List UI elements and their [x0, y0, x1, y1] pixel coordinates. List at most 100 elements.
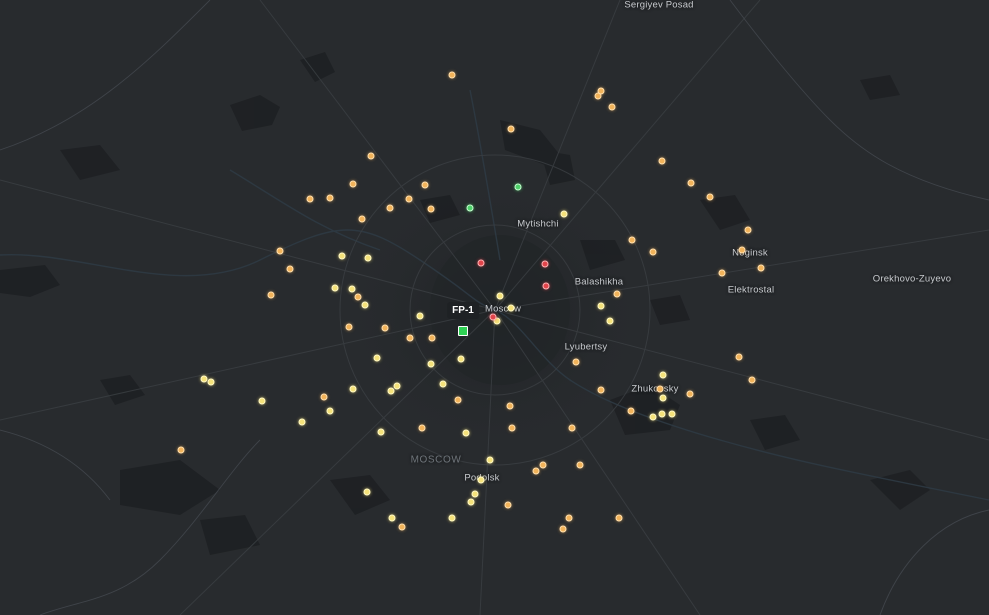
yellow-site-marker[interactable] — [477, 476, 485, 484]
orange-site-marker[interactable] — [627, 407, 635, 415]
orange-site-marker[interactable] — [744, 226, 752, 234]
yellow-site-marker[interactable] — [486, 456, 494, 464]
yellow-site-marker[interactable] — [388, 514, 396, 522]
orange-site-marker[interactable] — [532, 467, 540, 475]
orange-site-marker[interactable] — [706, 193, 714, 201]
yellow-site-marker[interactable] — [338, 252, 346, 260]
yellow-site-marker[interactable] — [364, 254, 372, 262]
yellow-site-marker[interactable] — [326, 407, 334, 415]
orange-site-marker[interactable] — [508, 424, 516, 432]
yellow-site-marker[interactable] — [363, 488, 371, 496]
orange-site-marker[interactable] — [559, 525, 567, 533]
red-site-marker[interactable] — [477, 259, 485, 267]
yellow-site-marker[interactable] — [416, 312, 424, 320]
orange-site-marker[interactable] — [421, 181, 429, 189]
orange-site-marker[interactable] — [276, 247, 284, 255]
orange-site-marker[interactable] — [448, 71, 456, 79]
orange-site-marker[interactable] — [572, 358, 580, 366]
orange-site-marker[interactable] — [506, 402, 514, 410]
orange-site-marker[interactable] — [615, 514, 623, 522]
yellow-site-marker[interactable] — [331, 284, 339, 292]
orange-site-marker[interactable] — [177, 446, 185, 454]
yellow-site-marker[interactable] — [200, 375, 208, 383]
orange-site-marker[interactable] — [349, 180, 357, 188]
red-site-marker[interactable] — [541, 260, 549, 268]
orange-site-marker[interactable] — [386, 204, 394, 212]
orange-site-marker[interactable] — [748, 376, 756, 384]
orange-site-marker[interactable] — [381, 324, 389, 332]
red-site-marker[interactable] — [542, 282, 550, 290]
orange-site-marker[interactable] — [576, 461, 584, 469]
yellow-site-marker[interactable] — [462, 429, 470, 437]
orange-site-marker[interactable] — [656, 385, 664, 393]
yellow-site-marker[interactable] — [457, 355, 465, 363]
orange-site-marker[interactable] — [267, 291, 275, 299]
yellow-site-marker[interactable] — [448, 514, 456, 522]
orange-site-marker[interactable] — [406, 334, 414, 342]
yellow-site-marker[interactable] — [349, 385, 357, 393]
orange-site-marker[interactable] — [286, 265, 294, 273]
orange-site-marker[interactable] — [735, 353, 743, 361]
orange-site-marker[interactable] — [613, 290, 621, 298]
yellow-site-marker[interactable] — [387, 387, 395, 395]
orange-site-marker[interactable] — [687, 179, 695, 187]
orange-site-marker[interactable] — [306, 195, 314, 203]
yellow-site-marker[interactable] — [373, 354, 381, 362]
yellow-site-marker[interactable] — [348, 285, 356, 293]
orange-site-marker[interactable] — [428, 334, 436, 342]
orange-site-marker[interactable] — [507, 125, 515, 133]
orange-site-marker[interactable] — [358, 215, 366, 223]
yellow-site-marker[interactable] — [659, 371, 667, 379]
yellow-site-marker[interactable] — [496, 292, 504, 300]
orange-site-marker[interactable] — [418, 424, 426, 432]
yellow-site-marker[interactable] — [207, 378, 215, 386]
yellow-site-marker[interactable] — [606, 317, 614, 325]
station-label[interactable]: FP-1 — [447, 302, 479, 323]
yellow-site-marker[interactable] — [427, 360, 435, 368]
green-site-marker[interactable] — [466, 204, 474, 212]
yellow-site-marker[interactable] — [597, 302, 605, 310]
orange-site-marker[interactable] — [320, 393, 328, 401]
orange-site-marker[interactable] — [718, 269, 726, 277]
orange-site-marker[interactable] — [738, 246, 746, 254]
orange-site-marker[interactable] — [649, 248, 657, 256]
yellow-site-marker[interactable] — [649, 413, 657, 421]
yellow-site-marker[interactable] — [467, 498, 475, 506]
yellow-site-marker[interactable] — [298, 418, 306, 426]
orange-site-marker[interactable] — [504, 501, 512, 509]
yellow-site-marker[interactable] — [439, 380, 447, 388]
orange-site-marker[interactable] — [757, 264, 765, 272]
station-marker[interactable] — [458, 326, 468, 336]
yellow-site-marker[interactable] — [560, 210, 568, 218]
yellow-site-marker[interactable] — [471, 490, 479, 498]
orange-site-marker[interactable] — [597, 386, 605, 394]
yellow-site-marker[interactable] — [361, 301, 369, 309]
orange-site-marker[interactable] — [686, 390, 694, 398]
orange-site-marker[interactable] — [454, 396, 462, 404]
yellow-site-marker[interactable] — [507, 304, 515, 312]
orange-site-marker[interactable] — [628, 236, 636, 244]
yellow-site-marker[interactable] — [258, 397, 266, 405]
orange-site-marker[interactable] — [658, 157, 666, 165]
orange-site-marker[interactable] — [326, 194, 334, 202]
orange-site-marker[interactable] — [405, 195, 413, 203]
orange-site-marker[interactable] — [565, 514, 573, 522]
yellow-site-marker[interactable] — [658, 410, 666, 418]
green-site-marker[interactable] — [514, 183, 522, 191]
orange-site-marker[interactable] — [367, 152, 375, 160]
orange-site-marker[interactable] — [345, 323, 353, 331]
orange-site-marker[interactable] — [568, 424, 576, 432]
orange-site-marker[interactable] — [354, 293, 362, 301]
yellow-site-marker[interactable] — [393, 382, 401, 390]
red-site-marker[interactable] — [489, 313, 497, 321]
orange-site-marker[interactable] — [597, 87, 605, 95]
yellow-site-marker[interactable] — [659, 394, 667, 402]
orange-site-marker[interactable] — [427, 205, 435, 213]
orange-site-marker[interactable] — [539, 461, 547, 469]
city-label-balashikha: Balashikha — [574, 276, 624, 288]
orange-site-marker[interactable] — [608, 103, 616, 111]
yellow-site-marker[interactable] — [377, 428, 385, 436]
yellow-site-marker[interactable] — [668, 410, 676, 418]
orange-site-marker[interactable] — [398, 523, 406, 531]
map-view[interactable]: Sergiyev Posad Mytishchi Balashikha Moscow N… — [0, 0, 989, 615]
